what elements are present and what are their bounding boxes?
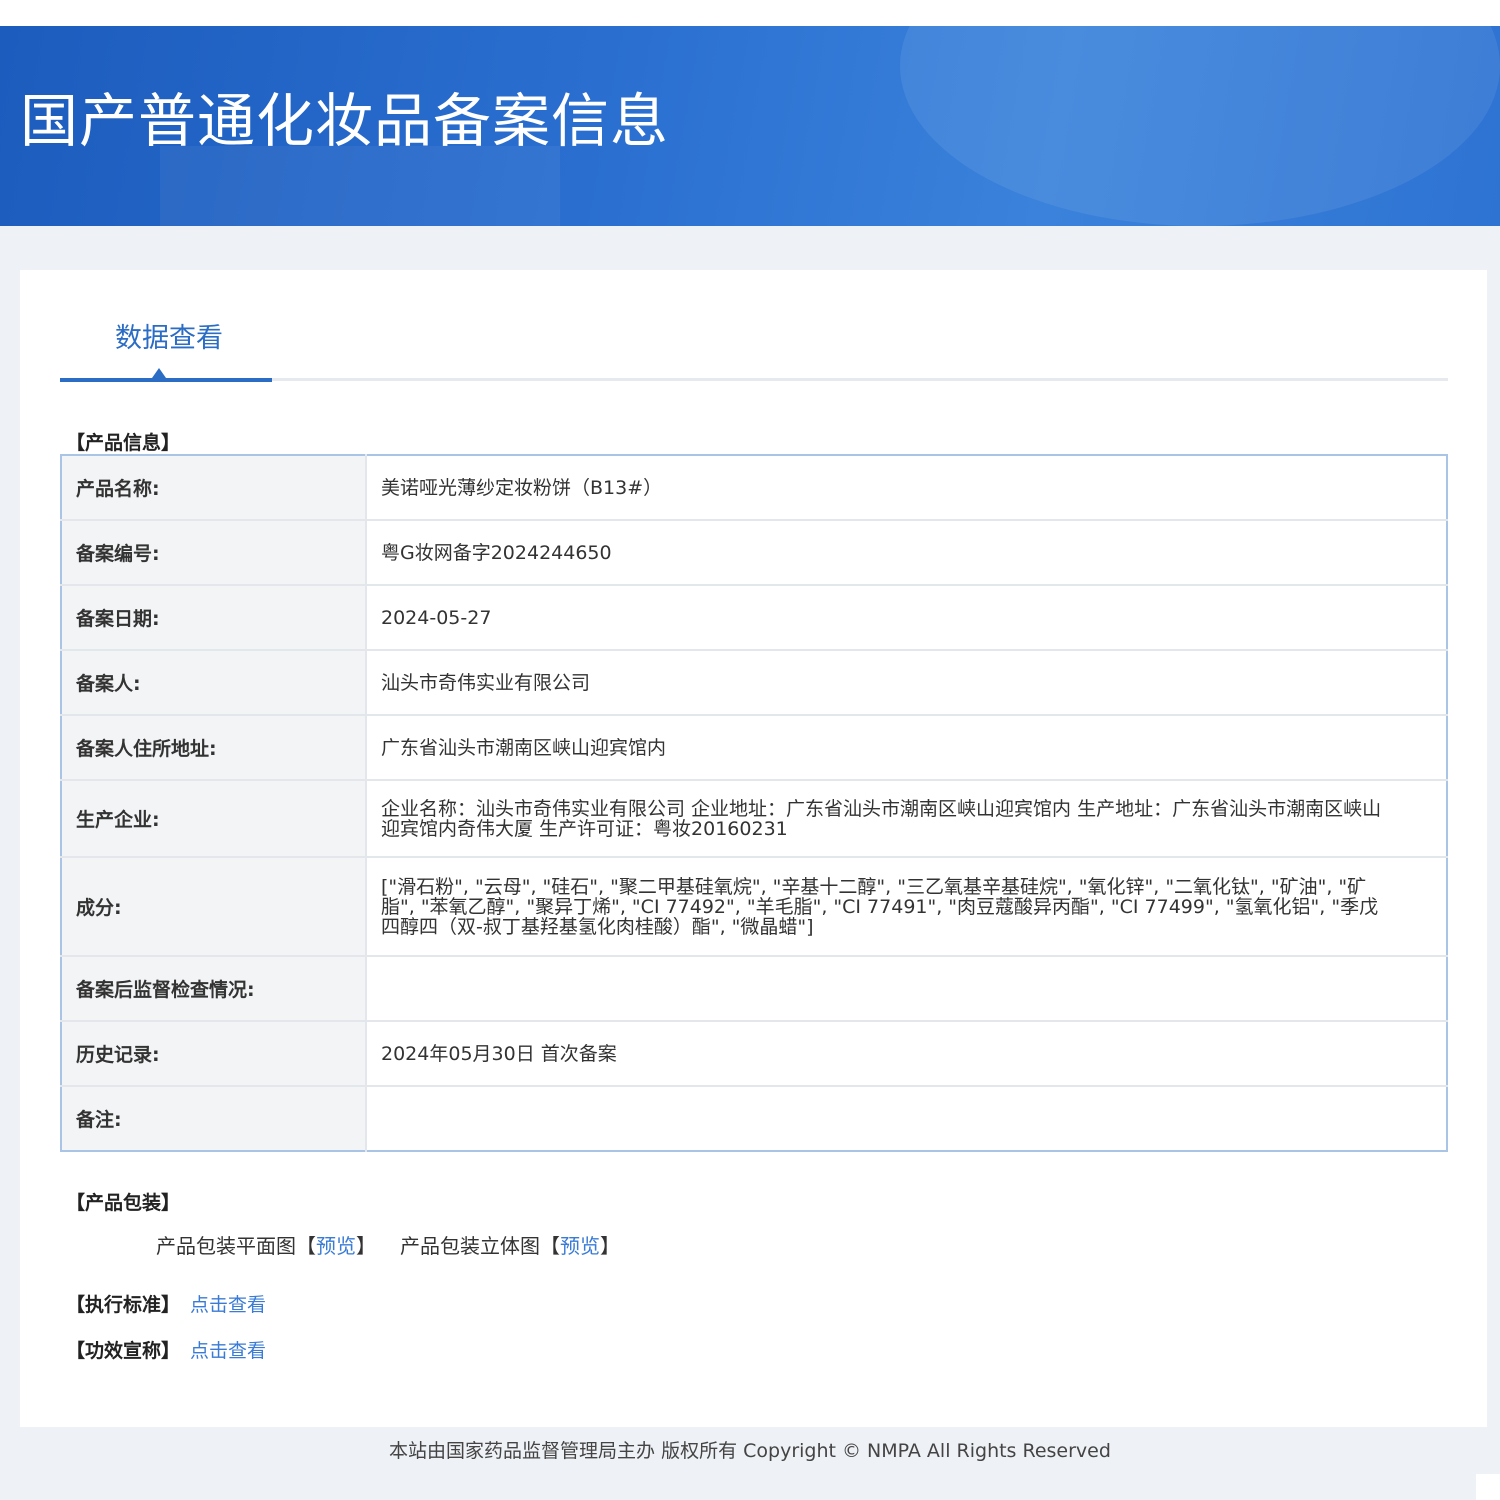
tab-data-view[interactable]: 数据查看 <box>115 316 223 355</box>
bracket: 【 <box>296 1234 316 1258</box>
banner-decoration <box>900 26 1500 226</box>
table-row: 产品名称: 美诺哑光薄纱定妆粉饼（B13#） <box>61 455 1447 520</box>
row-label: 历史记录: <box>61 1020 367 1086</box>
row-label: 产品名称: <box>61 455 367 520</box>
table-row: 备案人: 汕头市奇伟实业有限公司 <box>61 649 1447 715</box>
tab-indicator-arrow-icon <box>152 368 166 378</box>
row-value: 粤G妆网备字2024244650 <box>366 519 1447 585</box>
row-label: 生产企业: <box>61 779 367 857</box>
section-title-product-info: 【产品信息】 <box>66 432 181 454</box>
row-label: 成分: <box>61 856 367 956</box>
efficacy-label: 【功效宣称】 <box>66 1340 181 1362</box>
row-value: 2024年05月30日 首次备案 <box>366 1020 1447 1086</box>
table-row: 历史记录: 2024年05月30日 首次备案 <box>61 1020 1447 1086</box>
row-label: 备案后监督检查情况: <box>61 955 367 1021</box>
row-label: 备案人住所地址: <box>61 714 367 780</box>
row-value: ["滑石粉", "云母", "硅石", "聚二甲基硅氧烷", "辛基十二醇", … <box>366 856 1447 956</box>
corner-patch <box>1476 1474 1500 1500</box>
page-title: 国产普通化妆品备案信息 <box>20 87 670 155</box>
row-value: 广东省汕头市潮南区峡山迎宾馆内 <box>366 714 1447 780</box>
table-row: 备案日期: 2024-05-27 <box>61 584 1447 650</box>
bracket: 【 <box>540 1234 560 1258</box>
row-value <box>366 955 1447 1021</box>
row-label: 备案编号: <box>61 519 367 585</box>
row-label: 备案日期: <box>61 584 367 650</box>
efficacy-view-link[interactable]: 点击查看 <box>190 1340 266 1362</box>
row-label: 备注: <box>61 1085 367 1151</box>
row-value: 企业名称：汕头市奇伟实业有限公司 企业地址：广东省汕头市潮南区峡山迎宾馆内 生产… <box>366 779 1447 857</box>
row-value: 2024-05-27 <box>366 584 1447 650</box>
header-banner: 国产普通化妆品备案信息 <box>0 26 1500 226</box>
row-value <box>366 1085 1447 1151</box>
packaging-flat-label: 产品包装平面图 <box>156 1234 296 1258</box>
efficacy-row: 【功效宣称】 点击查看 <box>66 1336 266 1363</box>
tab-active-indicator <box>60 378 272 382</box>
standard-view-link[interactable]: 点击查看 <box>190 1294 266 1316</box>
site-footer: 本站由国家药品监督管理局主办 版权所有 Copyright © NMPA All… <box>389 1440 1111 1462</box>
table-row: 备注: <box>61 1085 1447 1151</box>
bracket: 】 <box>600 1234 620 1258</box>
packaging-solid-label: 产品包装立体图 <box>400 1234 540 1258</box>
table-row: 备案后监督检查情况: <box>61 955 1447 1021</box>
table-row: 备案编号: 粤G妆网备字2024244650 <box>61 519 1447 585</box>
packaging-flat-item: 产品包装平面图【预览】 <box>156 1230 376 1259</box>
bracket: 】 <box>356 1234 376 1258</box>
standard-label: 【执行标准】 <box>66 1294 181 1316</box>
row-value: 美诺哑光薄纱定妆粉饼（B13#） <box>381 476 663 499</box>
preview-solid-link[interactable]: 预览 <box>560 1234 600 1258</box>
table-row: 生产企业: 企业名称：汕头市奇伟实业有限公司 企业地址：广东省汕头市潮南区峡山迎… <box>61 779 1447 857</box>
standard-row: 【执行标准】 点击查看 <box>66 1290 266 1317</box>
table-row: 成分: ["滑石粉", "云母", "硅石", "聚二甲基硅氧烷", "辛基十二… <box>61 856 1447 956</box>
table-row: 备案人住所地址: 广东省汕头市潮南区峡山迎宾馆内 <box>61 714 1447 780</box>
row-label: 备案人: <box>61 649 367 715</box>
content-card: 数据查看 【产品信息】 产品名称: 美诺哑光薄纱定妆粉饼（B13#） 备案编号:… <box>20 270 1487 1427</box>
section-title-packaging: 【产品包装】 <box>66 1192 181 1214</box>
top-strip <box>0 0 1500 26</box>
preview-flat-link[interactable]: 预览 <box>316 1234 356 1258</box>
tab-bar: 数据查看 <box>60 270 1448 385</box>
banner-decoration <box>160 146 560 226</box>
packaging-solid-item: 产品包装立体图【预览】 <box>400 1230 620 1259</box>
product-info-table: 产品名称: 美诺哑光薄纱定妆粉饼（B13#） 备案编号: 粤G妆网备字20242… <box>60 454 1448 1152</box>
row-value: 汕头市奇伟实业有限公司 <box>366 649 1447 715</box>
